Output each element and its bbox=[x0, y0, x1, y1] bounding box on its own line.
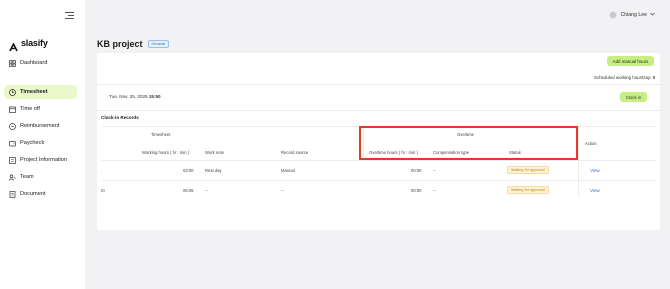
working-hours-cell: 03:00 bbox=[183, 168, 194, 173]
user-name: Chiang Lee bbox=[620, 12, 647, 18]
grid-icon bbox=[9, 59, 16, 67]
divider bbox=[97, 110, 660, 111]
chevron-down-icon bbox=[650, 12, 655, 18]
sidebar-item-label: Timesheet bbox=[20, 89, 48, 95]
sidebar-item-label: Document bbox=[20, 191, 46, 197]
sidebar-item-project-information[interactable]: Project Information bbox=[4, 153, 77, 167]
header-working-hours: Working hours ( hr : min ) bbox=[142, 150, 190, 155]
view-link[interactable]: View bbox=[590, 168, 600, 173]
page-header: KB project General bbox=[97, 39, 170, 49]
team-icon bbox=[9, 174, 16, 181]
row-lead-cell: 00 bbox=[101, 188, 105, 193]
divider bbox=[97, 84, 660, 85]
view-link[interactable]: View bbox=[590, 188, 600, 193]
status-badge: Waiting for approval bbox=[507, 186, 549, 194]
compensation-type-cell: -- bbox=[433, 168, 436, 173]
overtime-highlight-box bbox=[359, 126, 578, 160]
sidebar-item-dashboard[interactable]: Dashboard bbox=[4, 56, 77, 70]
sidebar-item-reimbursement[interactable]: Reimbursement bbox=[4, 119, 77, 133]
clock-icon bbox=[9, 88, 16, 96]
status-badge: Waiting for approval bbox=[507, 166, 549, 174]
user-menu[interactable]: Chiang Lee bbox=[609, 11, 655, 19]
sidebar: slasify Dashboard Timesheet Time off Rei… bbox=[0, 0, 85, 289]
slasify-logo-icon bbox=[9, 39, 18, 51]
records-title: Clock-in Records bbox=[101, 115, 139, 120]
sidebar-item-label: Project Information bbox=[20, 157, 67, 163]
sidebar-item-label: Time off bbox=[20, 106, 40, 112]
record-source-cell: -- bbox=[281, 188, 284, 193]
sidebar-item-document[interactable]: Document bbox=[4, 187, 77, 201]
sidebar-item-time-off[interactable]: Time off bbox=[4, 102, 77, 116]
project-type-badge: General bbox=[147, 40, 170, 48]
sidebar-item-team[interactable]: Team bbox=[4, 170, 77, 184]
table-column-divider bbox=[578, 126, 579, 196]
sidebar-item-paycheck[interactable]: Paycheck bbox=[4, 136, 77, 150]
table-row-border bbox=[101, 180, 657, 181]
overtime-hours-cell: 00:00 bbox=[411, 168, 422, 173]
calendar-icon bbox=[9, 106, 16, 113]
page-title: KB project bbox=[97, 39, 143, 49]
add-manual-hours-button[interactable]: Add manual hours bbox=[607, 56, 654, 66]
refund-icon bbox=[9, 122, 16, 130]
row-lead-cell: → bbox=[101, 168, 102, 173]
work-note-cell: Rest day bbox=[205, 168, 222, 173]
overtime-hours-cell: 00:00 bbox=[411, 188, 422, 193]
current-date-text: Tue, Nov. 25, 2025 bbox=[109, 94, 148, 99]
info-icon bbox=[9, 156, 16, 164]
scheduled-hours-label: Scheduled working hour/Day: bbox=[593, 75, 652, 80]
menu-collapse-icon[interactable] bbox=[65, 12, 74, 20]
clock-in-button[interactable]: Clock in bbox=[620, 92, 647, 102]
header-action: Action bbox=[585, 141, 597, 146]
sidebar-item-label: Reimbursement bbox=[20, 123, 60, 129]
work-note-cell: -- bbox=[205, 188, 208, 193]
compensation-type-cell: -- bbox=[433, 188, 436, 193]
working-hours-cell: 06:06 bbox=[183, 188, 194, 193]
top-bar: Chiang Lee bbox=[85, 0, 670, 32]
sidebar-item-label: Dashboard bbox=[20, 60, 48, 66]
header-record-source: Record source bbox=[281, 150, 309, 155]
document-icon bbox=[9, 190, 16, 198]
logo-text: slasify bbox=[21, 38, 48, 48]
table-header-border bbox=[101, 160, 657, 161]
sidebar-nav: Dashboard Timesheet Time off Reimburseme… bbox=[4, 56, 77, 204]
header-work-note: Work note bbox=[205, 150, 225, 155]
wallet-icon bbox=[9, 140, 16, 147]
avatar bbox=[609, 11, 618, 19]
current-time: 15:50 bbox=[148, 94, 161, 99]
sidebar-item-label: Paycheck bbox=[20, 140, 45, 146]
current-date: Tue, Nov. 25, 2025 15:50 bbox=[109, 94, 161, 99]
record-source-cell: Manual bbox=[281, 168, 295, 173]
sidebar-item-label: Team bbox=[20, 174, 34, 180]
scheduled-hours-value: 3 bbox=[652, 75, 655, 80]
header-group-timesheet: Timesheet bbox=[151, 132, 171, 137]
logo[interactable]: slasify bbox=[9, 38, 48, 51]
sidebar-item-timesheet[interactable]: Timesheet bbox=[4, 85, 77, 99]
scheduled-hours: Scheduled working hour/Day: 3 bbox=[594, 75, 655, 80]
